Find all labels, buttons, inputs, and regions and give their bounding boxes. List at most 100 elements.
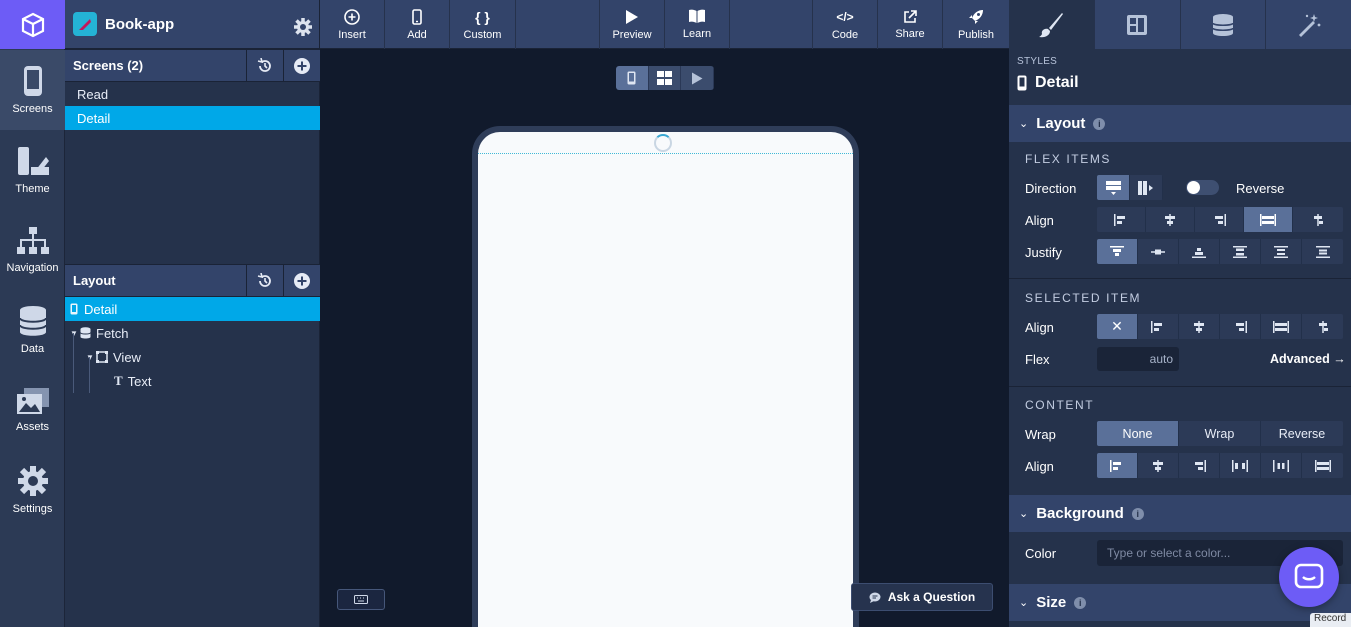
- chevron-down-icon[interactable]: ▼: [70, 329, 80, 338]
- insert-button[interactable]: Insert: [320, 0, 385, 49]
- wrap-none-button[interactable]: None: [1097, 421, 1179, 446]
- play-view-button[interactable]: [681, 66, 714, 90]
- tree-node-fetch[interactable]: ▼ Fetch: [65, 321, 320, 345]
- project-settings-icon[interactable]: [294, 18, 312, 36]
- rocket-icon: [969, 9, 983, 24]
- align-center-button[interactable]: [1146, 207, 1195, 232]
- screens-history-button[interactable]: [246, 49, 283, 82]
- align-self-auto-button[interactable]: ✕: [1097, 314, 1138, 339]
- align-start-button[interactable]: [1097, 207, 1146, 232]
- align-self-stretch-button[interactable]: [1261, 314, 1302, 339]
- add-button[interactable]: Add: [385, 0, 450, 49]
- align-content-between-button[interactable]: [1220, 453, 1261, 478]
- code-button[interactable]: </> Code: [813, 0, 878, 49]
- text-icon: T: [114, 373, 123, 388]
- rail-label-settings: Settings: [12, 503, 53, 515]
- mobile-view-button[interactable]: [616, 66, 649, 90]
- align-self-start-button[interactable]: [1138, 314, 1179, 339]
- rail-item-data[interactable]: Data: [0, 290, 65, 370]
- layout-section-title: Layout: [1036, 115, 1086, 132]
- wrap-reverse-button[interactable]: Reverse: [1261, 421, 1343, 446]
- preview-button[interactable]: Preview: [600, 0, 665, 49]
- justify-content-control: [1097, 239, 1343, 264]
- rail-item-screens[interactable]: Screens: [0, 50, 65, 130]
- publish-label: Publish: [957, 28, 995, 41]
- toolbar-spacer: [516, 0, 600, 49]
- justify-start-button[interactable]: [1097, 239, 1138, 264]
- add-screen-button[interactable]: [283, 49, 320, 82]
- align-self-center-button[interactable]: [1179, 314, 1220, 339]
- images-icon: [16, 388, 49, 414]
- align-content-stretch-button[interactable]: [1302, 453, 1343, 478]
- add-component-button[interactable]: [283, 264, 320, 297]
- align-start-icon: [1110, 459, 1121, 472]
- direction-row-button[interactable]: [1130, 175, 1163, 200]
- align-content-end-button[interactable]: [1179, 453, 1220, 478]
- rail-item-settings[interactable]: Settings: [0, 450, 65, 530]
- screen-item-read[interactable]: Read: [65, 82, 320, 106]
- wrap-wrap-button[interactable]: Wrap: [1179, 421, 1261, 446]
- align-content-around-button[interactable]: [1261, 453, 1302, 478]
- chevron-down-icon: ⌄: [1019, 597, 1029, 609]
- share-button[interactable]: Share: [878, 0, 943, 49]
- align-stretch-button[interactable]: [1244, 207, 1293, 232]
- tab-interactions[interactable]: [1266, 0, 1351, 49]
- grid-view-button[interactable]: [648, 66, 682, 90]
- app-logo[interactable]: [0, 0, 65, 49]
- align-end-button[interactable]: [1195, 207, 1244, 232]
- tree-node-view[interactable]: ▼ View: [65, 345, 320, 369]
- align-baseline-icon: [1314, 213, 1323, 226]
- rail-item-navigation[interactable]: Navigation: [0, 210, 65, 290]
- layout-history-button[interactable]: [246, 264, 283, 297]
- advanced-link[interactable]: Advanced →: [1270, 352, 1346, 366]
- rail-item-theme[interactable]: Theme: [0, 130, 65, 210]
- info-icon[interactable]: i: [1093, 117, 1106, 130]
- screen-item-label: Read: [77, 86, 109, 102]
- info-icon[interactable]: i: [1074, 596, 1087, 609]
- align-baseline-button[interactable]: [1293, 207, 1343, 232]
- keyboard-shortcuts-button[interactable]: [337, 589, 385, 610]
- canvas-area: Ask a Question: [320, 49, 1009, 627]
- learn-button[interactable]: Learn: [665, 0, 730, 49]
- justify-end-button[interactable]: [1179, 239, 1220, 264]
- database-icon: [18, 306, 47, 336]
- rail-item-assets[interactable]: Assets: [0, 370, 65, 450]
- info-icon[interactable]: i: [1131, 507, 1144, 520]
- tree-node-text[interactable]: T Text: [65, 369, 320, 393]
- add-label: Add: [407, 28, 427, 41]
- tree-guide-line: [73, 333, 74, 393]
- support-chat-button[interactable]: [1279, 547, 1339, 607]
- tree-node-detail[interactable]: Detail: [65, 297, 320, 321]
- custom-button[interactable]: { } Custom: [450, 0, 516, 49]
- align-content-start-button[interactable]: [1097, 453, 1138, 478]
- publish-button[interactable]: Publish: [943, 0, 1009, 49]
- record-tag[interactable]: Record: [1310, 613, 1351, 627]
- screen-item-detail[interactable]: Detail: [65, 106, 320, 130]
- mobile-icon: [412, 8, 422, 25]
- braces-icon: { }: [475, 8, 490, 25]
- project-name: Book-app: [105, 15, 175, 33]
- chevron-down-icon[interactable]: ▼: [86, 353, 96, 362]
- tab-components[interactable]: [1095, 0, 1181, 49]
- background-section-title: Background: [1036, 505, 1124, 522]
- background-section-header[interactable]: ⌄ Background i: [1009, 495, 1351, 532]
- ask-question-button[interactable]: Ask a Question: [851, 583, 993, 611]
- justify-space-evenly-button[interactable]: [1302, 239, 1343, 264]
- flex-input[interactable]: auto: [1097, 347, 1179, 371]
- align-self-baseline-button[interactable]: [1302, 314, 1343, 339]
- justify-space-between-button[interactable]: [1220, 239, 1261, 264]
- phone-preview[interactable]: [472, 126, 859, 627]
- database-icon: [1212, 13, 1234, 36]
- justify-space-around-button[interactable]: [1261, 239, 1302, 264]
- align-content-label: Align: [1025, 459, 1054, 474]
- justify-center-button[interactable]: [1138, 239, 1179, 264]
- align-content-center-button[interactable]: [1138, 453, 1179, 478]
- reverse-toggle[interactable]: [1186, 180, 1219, 195]
- tab-data[interactable]: [1181, 0, 1267, 49]
- magic-wand-icon: [1298, 13, 1321, 37]
- layout-section-header[interactable]: ⌄ Layout i: [1009, 105, 1351, 142]
- tab-styles[interactable]: [1009, 0, 1095, 49]
- direction-column-button[interactable]: [1097, 175, 1130, 200]
- align-self-end-button[interactable]: [1220, 314, 1261, 339]
- history-icon: [257, 57, 271, 72]
